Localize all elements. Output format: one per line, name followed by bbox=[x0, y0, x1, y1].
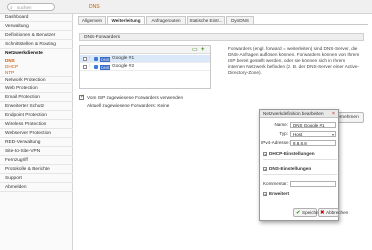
advanced-toggle[interactable]: + Erweitert bbox=[263, 190, 337, 197]
advanced-label: Erweitert bbox=[269, 191, 290, 196]
sidebar: Dashboard Verwaltung Definitionen & Benu… bbox=[0, 14, 73, 250]
sidebar-item-webserver-protection[interactable]: Webserver Protection bbox=[0, 130, 73, 138]
sidebar-item-email-protection[interactable]: Email Protection bbox=[0, 94, 73, 102]
save-button[interactable]: ✔ Speichern bbox=[293, 208, 323, 217]
divider bbox=[263, 159, 337, 160]
dns-tag: DNS bbox=[100, 64, 111, 70]
chevron-down-icon: ▾ bbox=[331, 132, 334, 137]
tab-anfragerouten[interactable]: Anfragerouten bbox=[146, 16, 186, 24]
expand-icon: + bbox=[263, 151, 267, 157]
type-label: Typ: bbox=[279, 131, 288, 136]
sidebar-item-abmelden[interactable]: Abmelden bbox=[0, 184, 73, 192]
isp-forwarders-checkbox[interactable]: ✓ bbox=[79, 94, 85, 100]
name-label: Name: bbox=[274, 122, 288, 127]
sidebar-item-support[interactable]: Support bbox=[0, 175, 73, 183]
forwarder-name: Google #1 bbox=[112, 56, 135, 61]
sidebar-item-definitionen[interactable]: Definitionen & Benutzer bbox=[0, 32, 73, 40]
sidebar-item-fernzugriff[interactable]: Fernzugriff bbox=[0, 157, 73, 165]
comment-label: Kommentar: bbox=[262, 181, 288, 186]
sidebar-item-site-to-site-vpn[interactable]: Site-to-Site-VPN bbox=[0, 148, 73, 156]
sidebar-item-verwaltung[interactable]: Verwaltung bbox=[0, 23, 73, 31]
network-host-icon bbox=[94, 64, 98, 69]
close-icon[interactable]: × bbox=[331, 111, 336, 117]
checkmark-icon: ✔ bbox=[296, 210, 301, 216]
tab-statische-eintraege[interactable]: Statische Eintr... bbox=[187, 16, 225, 24]
top-bar: ⌕ suchen DNS bbox=[0, 0, 372, 14]
row-checkbox[interactable] bbox=[83, 64, 87, 69]
list-item[interactable]: ⁝ DNS Google #2 bbox=[80, 63, 210, 71]
forwarder-name: Google #2 bbox=[112, 64, 135, 69]
forwarders-list: ▭ + ⁝ DNS Google #1 ⁝ DNS Google #2 bbox=[79, 45, 211, 89]
divider bbox=[263, 174, 337, 175]
forwarders-help-text: Forwarders (engl. forward = weiterleiten… bbox=[228, 46, 360, 75]
type-select[interactable]: Host ▾ bbox=[290, 131, 336, 137]
type-value: Host bbox=[293, 132, 303, 137]
page-title: DNS bbox=[89, 4, 100, 10]
close-icon: ✖ bbox=[320, 210, 325, 216]
add-icon[interactable]: + bbox=[201, 47, 205, 54]
tab-allgemein[interactable]: Allgemein bbox=[78, 16, 106, 24]
edit-network-definition-dialog: Netzwerkdefinition bearbeiten × Name: DN… bbox=[259, 109, 348, 221]
isp-forwarders-label: Vom ISP zugewiesene Forwarders verwenden bbox=[87, 95, 184, 100]
search-box[interactable]: ⌕ suchen bbox=[7, 3, 55, 11]
dns-tag: DNS bbox=[100, 56, 111, 62]
list-item[interactable]: ⁝ DNS Google #1 bbox=[80, 55, 210, 63]
drag-handle-icon[interactable]: ⁝ bbox=[89, 63, 91, 70]
dns-settings-toggle[interactable]: + DNS-Einstellungen bbox=[263, 165, 337, 172]
dhcp-settings-label: DHCP-Einstellungen bbox=[269, 151, 315, 156]
section-header-dns-forwarders: DNS-Forwarders bbox=[79, 33, 364, 41]
tab-dyndns[interactable]: DynDNS bbox=[226, 16, 254, 24]
ipv4-field[interactable]: 8.8.8.8 bbox=[290, 140, 336, 146]
folder-icon[interactable]: ▭ bbox=[192, 47, 198, 54]
sidebar-item-wireless-protection[interactable]: Wireless Protection bbox=[0, 121, 73, 129]
checkmark-icon: ✓ bbox=[80, 94, 85, 100]
isp-current-value: Keine bbox=[157, 103, 170, 108]
sidebar-item-web-protection[interactable]: Web Protection bbox=[0, 85, 73, 93]
main-content: Allgemein Weiterleitung Anfragerouten St… bbox=[74, 14, 372, 250]
sidebar-item-network-protection[interactable]: Network Protection bbox=[0, 76, 73, 84]
tab-divider bbox=[78, 24, 368, 25]
dialog-title: Netzwerkdefinition bearbeiten bbox=[260, 110, 338, 118]
sidebar-item-red-verwaltung[interactable]: RED-Verwaltung bbox=[0, 139, 73, 147]
drag-handle-icon[interactable]: ⁝ bbox=[89, 55, 91, 62]
isp-current-forwarders: Aktuell zugewiesene Forwarders: Keine bbox=[87, 102, 169, 109]
sidebar-item-dashboard[interactable]: Dashboard bbox=[0, 14, 73, 22]
expand-icon: + bbox=[263, 166, 267, 172]
search-input[interactable]: suchen bbox=[17, 5, 32, 11]
sidebar-item-endpoint-protection[interactable]: Endpoint Protection bbox=[0, 112, 73, 120]
network-host-icon bbox=[94, 56, 98, 61]
cancel-button-label: Abbrechen bbox=[326, 210, 349, 215]
cancel-button[interactable]: ✖ Abbrechen bbox=[318, 208, 348, 217]
sidebar-item-schnittstellen[interactable]: Schnittstellen & Routing bbox=[0, 41, 73, 49]
row-checkbox[interactable] bbox=[83, 56, 87, 61]
dhcp-settings-toggle[interactable]: + DHCP-Einstellungen bbox=[263, 150, 337, 157]
forwarders-list-toolbar: ▭ + bbox=[80, 46, 210, 54]
sidebar-item-netzwerkdienste[interactable]: Netzwerkdienste bbox=[0, 50, 73, 58]
name-field[interactable]: DNS Google #1 bbox=[290, 122, 336, 128]
sidebar-item-erweiterter-schutz[interactable]: Erweiterter Schutz bbox=[0, 103, 73, 111]
search-icon: ⌕ bbox=[10, 4, 13, 11]
expand-icon: + bbox=[263, 191, 267, 197]
comment-field[interactable] bbox=[290, 181, 336, 187]
isp-current-label: Aktuell zugewiesene Forwarders: bbox=[87, 103, 157, 108]
ipv4-label: IPv4-Adresse: bbox=[261, 140, 290, 145]
sidebar-item-protokolle[interactable]: Protokolle & Berichte bbox=[0, 166, 73, 174]
dns-settings-label: DNS-Einstellungen bbox=[269, 166, 312, 171]
